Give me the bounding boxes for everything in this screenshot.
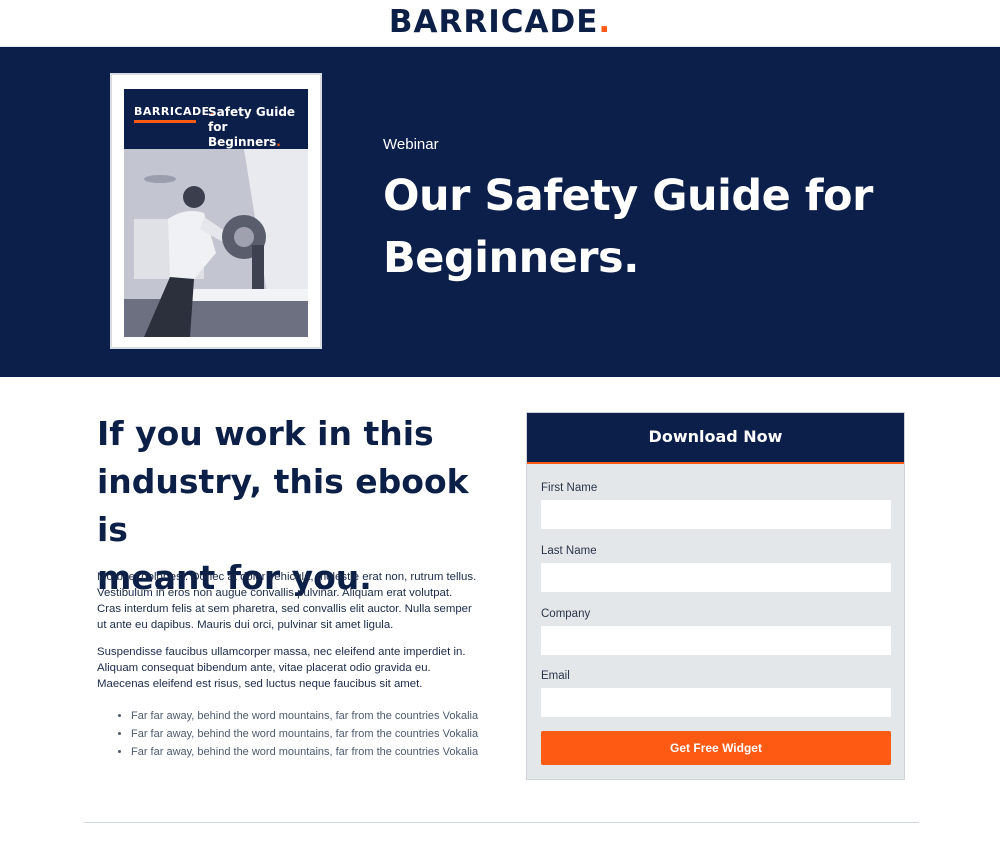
- form-title: Download Now: [648, 427, 783, 446]
- logo-text: BARRICADE: [388, 4, 599, 40]
- list-item: Far far away, behind the word mountains,…: [131, 743, 478, 761]
- ebook-cover: BARRICADE. Safety Guide for Beginners.: [110, 73, 322, 349]
- download-form: Download Now First Name Last Name Compan…: [526, 412, 905, 780]
- list-item: Far far away, behind the word mountains,…: [131, 725, 478, 743]
- logo-dot: .: [598, 4, 612, 40]
- ebook-cover-title: Safety Guide for Beginners.: [208, 105, 296, 149]
- last-name-input[interactable]: [541, 563, 891, 592]
- get-free-widget-button[interactable]: Get Free Widget: [541, 731, 891, 765]
- ebook-cover-stripe: [134, 120, 196, 123]
- company-label: Company: [541, 608, 591, 620]
- site-header: BARRICADE.: [0, 0, 1000, 47]
- list-item: Far far away, behind the word mountains,…: [131, 707, 478, 725]
- footer-divider: [84, 822, 919, 823]
- ebook-cover-photo: [124, 149, 308, 337]
- email-label: Email: [541, 670, 570, 682]
- intro-paragraph-2: Suspendisse faucibus ullamcorper massa, …: [97, 646, 466, 690]
- hero-banner: BARRICADE. Safety Guide for Beginners. W…: [0, 47, 1000, 377]
- first-name-input[interactable]: [541, 500, 891, 529]
- company-input[interactable]: [541, 626, 891, 655]
- brand-logo[interactable]: BARRICADE.: [0, 4, 1000, 40]
- hero-title: Our Safety Guide for Beginners.: [383, 171, 873, 283]
- benefit-list: Far far away, behind the word mountains,…: [115, 707, 478, 761]
- form-header: Download Now: [527, 413, 904, 464]
- intro-paragraph-1: Morbi et dolor est. Donec at dolor vehic…: [97, 571, 477, 631]
- worker-with-saw-illustration: [124, 149, 308, 337]
- email-input[interactable]: [541, 688, 891, 717]
- hero-eyebrow: Webinar: [383, 136, 439, 153]
- ebook-cover-logo: BARRICADE.: [134, 105, 215, 118]
- last-name-label: Last Name: [541, 545, 597, 557]
- ebook-cover-band: BARRICADE. Safety Guide for Beginners.: [124, 89, 308, 149]
- first-name-label: First Name: [541, 482, 598, 494]
